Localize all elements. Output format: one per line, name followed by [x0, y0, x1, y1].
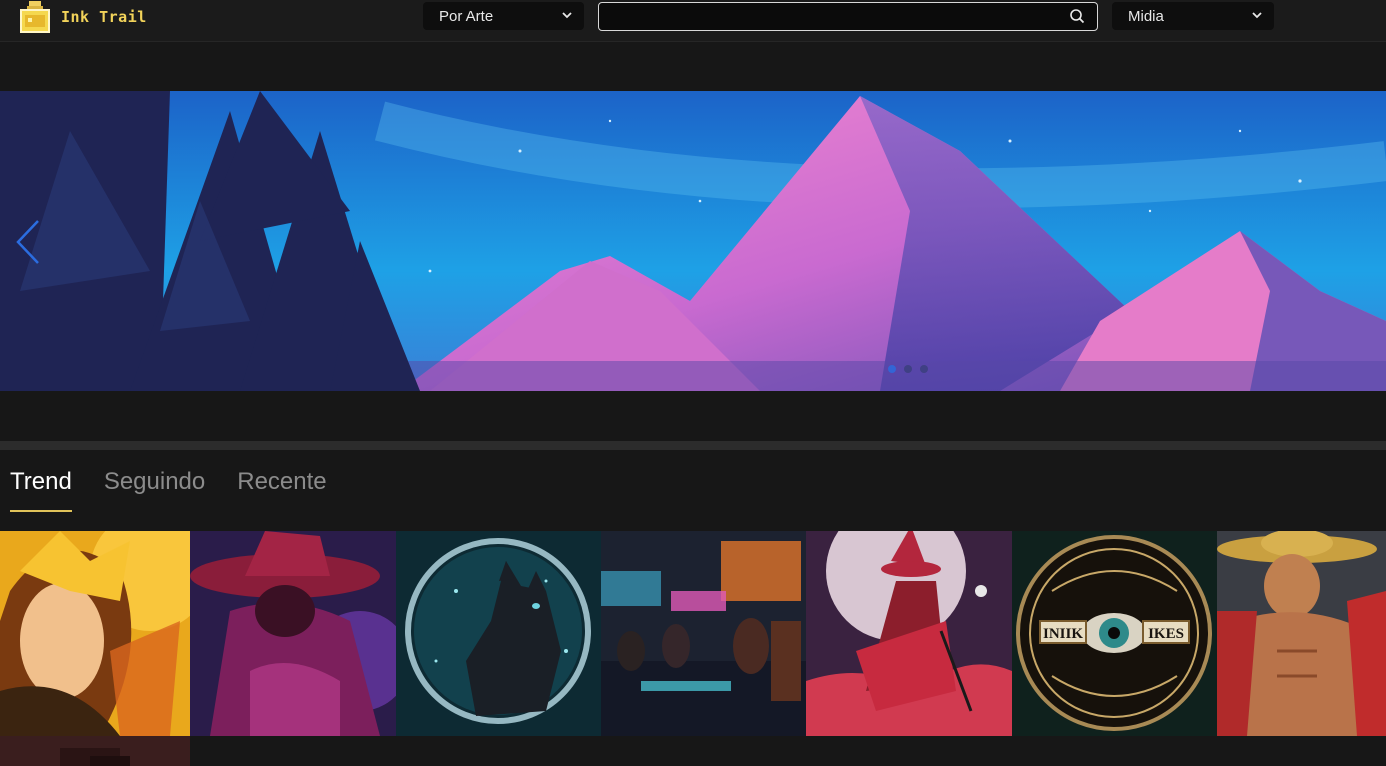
art-filter-value: Por Arte [439, 7, 494, 25]
artwork-golden-warrior-image [0, 531, 190, 736]
artwork-hat-wizard-image [190, 531, 396, 736]
carousel-dot[interactable] [920, 365, 928, 373]
chevron-down-icon [562, 12, 572, 19]
artwork-eye-badge-image: INIIK IKES [1012, 531, 1217, 736]
art-filter-select[interactable]: Por Arte [423, 2, 584, 30]
artwork-tile[interactable] [0, 736, 190, 766]
artwork-pixel-image [0, 736, 190, 766]
artwork-cyber-bar-image [601, 531, 806, 736]
search-input[interactable] [607, 6, 1061, 29]
chevron-down-icon [1252, 12, 1262, 19]
top-bar: Ink Trail Por Arte Midia [0, 0, 1386, 42]
tab-recente[interactable]: Recente [237, 468, 326, 512]
artwork-gallery: INIIK IKES [0, 531, 1386, 766]
carousel-prev-arrow-icon[interactable] [14, 219, 42, 265]
logo[interactable]: Ink Trail [18, 0, 147, 34]
carousel-dot[interactable] [904, 365, 912, 373]
hero-carousel[interactable] [0, 91, 1386, 391]
artwork-tile[interactable] [1217, 531, 1386, 736]
artwork-straw-hat-warrior-image [1217, 531, 1386, 736]
search-field[interactable] [598, 2, 1098, 31]
artwork-tile[interactable] [190, 531, 396, 736]
media-filter-select[interactable]: Midia [1112, 2, 1274, 30]
badge-text-right: IKES [1148, 626, 1184, 642]
artwork-tile[interactable] [396, 531, 601, 736]
media-filter-value: Midia [1128, 7, 1164, 25]
artwork-tile[interactable] [806, 531, 1012, 736]
tab-seguindo[interactable]: Seguindo [104, 468, 205, 512]
tab-trend[interactable]: Trend [10, 468, 72, 512]
hero-slide-image [0, 91, 1386, 391]
feed-tabs: Trend Seguindo Recente [10, 468, 327, 512]
section-divider [0, 441, 1386, 450]
artwork-tile[interactable]: INIIK IKES [1012, 531, 1217, 736]
badge-text-left: INIIK [1043, 626, 1083, 642]
search-icon[interactable] [1069, 8, 1085, 24]
carousel-dot[interactable] [888, 365, 896, 373]
artwork-red-witch-image [806, 531, 1012, 736]
artwork-tile[interactable] [601, 531, 806, 736]
logo-text: Ink Trail [61, 8, 147, 26]
artwork-moon-cat-image [396, 531, 601, 736]
ink-bottle-icon [18, 1, 52, 33]
artwork-tile[interactable] [0, 531, 190, 736]
carousel-indicators [888, 365, 928, 373]
